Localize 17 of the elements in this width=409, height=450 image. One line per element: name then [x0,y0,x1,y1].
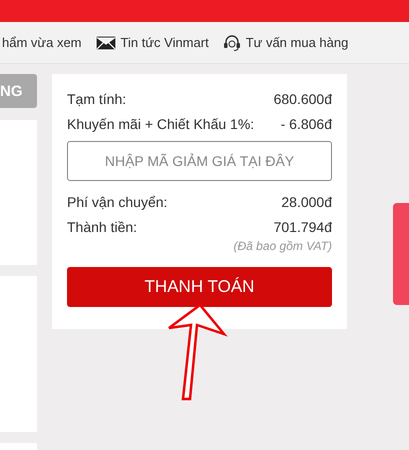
nav-link[interactable]: hẩm vừa xem [2,35,82,50]
row-value: 701.794đ [274,218,332,234]
row-label: Tạm tính: [67,90,126,106]
row-label: Phí vận chuyển: [67,194,168,210]
nav-link[interactable]: Tin tức Vinmart [96,35,209,50]
row-value: 680.600đ [274,90,332,106]
row-value: - 6.806đ [280,116,332,132]
envelope-icon [96,36,116,50]
nav-link[interactable]: Tư vấn mua hàng [222,34,348,50]
vat-note: (Đã bao gồm VAT) [234,239,332,255]
side-tab[interactable] [393,203,409,305]
headset-icon [222,34,241,50]
checkout-button[interactable]: THANH TOÁN [67,267,332,307]
row-label: Khuyến mãi + Chiết Khấu 1%: [67,116,254,132]
coupon-field[interactable]: NHẬP MÃ GIẢM GIÁ TẠI ĐÂY [67,141,332,181]
row-label: Thành tiền: [67,218,138,234]
row-value: 28.000đ [281,194,332,210]
